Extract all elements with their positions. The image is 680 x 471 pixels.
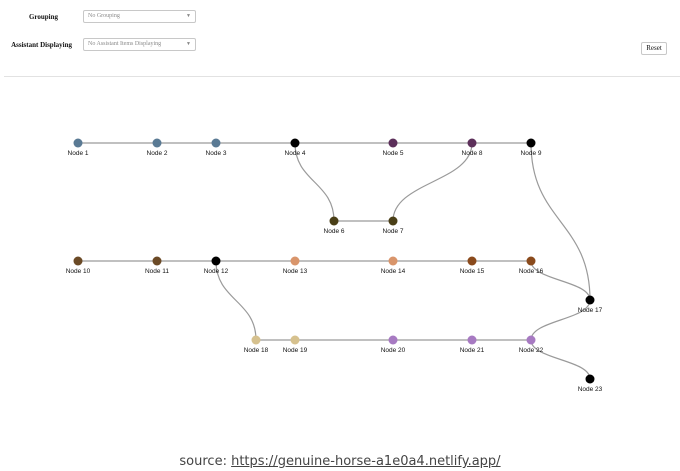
graph-node-label: Node 20 xyxy=(381,347,406,354)
graph-node-label: Node 11 xyxy=(145,268,169,275)
graph-node-n1[interactable] xyxy=(73,138,83,148)
graph-node-label: Node 16 xyxy=(519,268,544,275)
graph-node-n19[interactable] xyxy=(290,335,300,345)
graph-node-label: Node 2 xyxy=(147,150,168,157)
graph-edge xyxy=(530,339,591,380)
graph-node-label: Node 17 xyxy=(578,307,603,314)
graph-node-n20[interactable] xyxy=(388,335,398,345)
graph-node-n17[interactable] xyxy=(585,295,595,305)
graph-node-n23[interactable] xyxy=(585,374,595,384)
graph-node-label: Node 9 xyxy=(521,150,542,157)
graph-edge xyxy=(530,142,591,301)
graph-node-n9[interactable] xyxy=(526,138,536,148)
node-graph: Node 1 Node 2 Node 3 Node 4 Node 5 Node 8 Node… xyxy=(66,138,603,393)
graph-node-n13[interactable] xyxy=(290,256,300,266)
graph-node-label: Node 18 xyxy=(244,347,269,354)
graph-node-n5[interactable] xyxy=(388,138,398,148)
graph-edge xyxy=(530,260,591,301)
graph-node-n22[interactable] xyxy=(526,335,536,345)
graph-node-label: Node 10 xyxy=(66,268,91,275)
graph-node-n7[interactable] xyxy=(388,216,398,226)
graph-node-label: Node 14 xyxy=(381,268,406,275)
graph-node-label: Node 7 xyxy=(383,228,404,235)
graph-node-label: Node 23 xyxy=(578,386,603,393)
graph-node-label: Node 15 xyxy=(460,268,485,275)
graph-node-n8[interactable] xyxy=(467,138,477,148)
graph-node-n3[interactable] xyxy=(211,138,221,148)
graph-nodes: Node 1 Node 2 Node 3 Node 4 Node 5 Node 8 Node… xyxy=(66,138,603,393)
graph-node-label: Node 12 xyxy=(204,268,229,275)
graph-node-n14[interactable] xyxy=(388,256,398,266)
graph-node-n10[interactable] xyxy=(73,256,83,266)
graph-node-n11[interactable] xyxy=(152,256,162,266)
source-link[interactable]: https://genuine-horse-a1e0a4.netlify.app… xyxy=(231,454,500,469)
graph-node-label: Node 1 xyxy=(68,150,89,157)
graph-node-label: Node 3 xyxy=(206,150,227,157)
graph-node-label: Node 19 xyxy=(283,347,308,354)
graph-node-label: Node 5 xyxy=(383,150,404,157)
graph-node-n2[interactable] xyxy=(152,138,162,148)
source-footer: source: https://genuine-horse-a1e0a4.net… xyxy=(0,454,680,469)
graph-node-label: Node 8 xyxy=(462,150,483,157)
graph-node-n21[interactable] xyxy=(467,335,477,345)
graph-node-n15[interactable] xyxy=(467,256,477,266)
graph-node-label: Node 21 xyxy=(460,347,485,354)
graph-edge xyxy=(530,299,591,341)
graph-node-n6[interactable] xyxy=(329,216,339,226)
graph-node-label: Node 4 xyxy=(285,150,306,157)
graph-node-n18[interactable] xyxy=(251,335,261,345)
graph-node-label: Node 13 xyxy=(283,268,308,275)
graph-node-label: Node 22 xyxy=(519,347,544,354)
graph-node-n12[interactable] xyxy=(211,256,221,266)
graph-node-label: Node 6 xyxy=(324,228,345,235)
graph-node-n4[interactable] xyxy=(290,138,300,148)
graph-node-n16[interactable] xyxy=(526,256,536,266)
source-prefix: source: xyxy=(179,454,232,469)
graph-edge xyxy=(392,142,473,222)
